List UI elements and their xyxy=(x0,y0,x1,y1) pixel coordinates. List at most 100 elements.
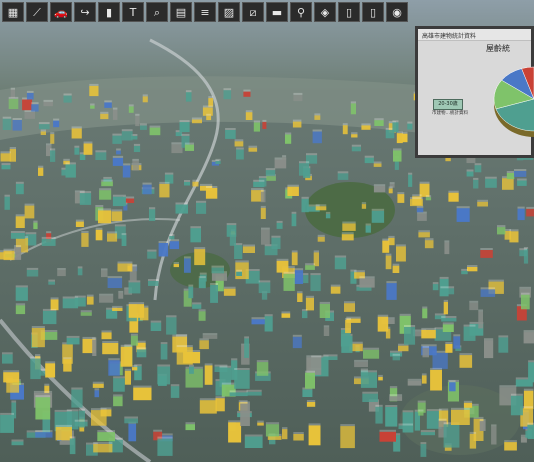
building xyxy=(393,150,402,162)
t-square-icon[interactable]: T xyxy=(122,2,144,22)
layers-icon[interactable]: ≡ xyxy=(194,2,216,22)
building xyxy=(342,223,356,231)
building-roof xyxy=(50,148,56,151)
building xyxy=(448,192,459,202)
building xyxy=(363,349,380,359)
age-pie-chart[interactable] xyxy=(482,51,534,151)
building xyxy=(334,257,347,270)
building xyxy=(323,327,330,336)
building-roof xyxy=(310,273,321,276)
building xyxy=(191,119,202,124)
building xyxy=(293,94,303,102)
building-roof xyxy=(0,151,11,154)
building xyxy=(421,375,427,384)
building-icon[interactable]: ▤ xyxy=(170,2,192,22)
user-icon[interactable]: ◉ xyxy=(386,2,408,22)
building-roof xyxy=(164,172,174,175)
building xyxy=(350,103,356,115)
building xyxy=(175,132,183,137)
phone-icon[interactable]: ▯ xyxy=(362,2,384,22)
building-roof xyxy=(150,320,162,323)
building xyxy=(502,178,514,190)
road-icon[interactable]: ▬ xyxy=(266,2,288,22)
building xyxy=(344,303,355,312)
building xyxy=(113,378,125,392)
building xyxy=(86,296,94,305)
building-roof xyxy=(323,325,330,328)
building xyxy=(111,211,123,222)
building-roof xyxy=(50,132,55,135)
cube-icon[interactable]: ◈ xyxy=(314,2,336,22)
stats-popup-panel[interactable]: 高雄市建物統計資料 屋齡統 20-30歲 市建物…統計資料 xyxy=(415,26,534,158)
hook-icon[interactable]: ↪ xyxy=(74,2,96,22)
building xyxy=(26,92,34,100)
building-roof xyxy=(360,368,368,371)
building-roof xyxy=(313,250,319,253)
building-roof xyxy=(11,400,17,403)
building xyxy=(116,150,121,155)
building xyxy=(323,356,338,360)
location-pin-icon[interactable]: ⚲ xyxy=(290,2,312,22)
building xyxy=(118,292,124,299)
building-roof xyxy=(340,424,355,427)
building-roof xyxy=(57,268,66,270)
building xyxy=(71,128,82,139)
building-roof xyxy=(142,182,152,185)
popup-header: 高雄市建物統計資料 xyxy=(418,29,531,41)
building-roof xyxy=(519,248,527,251)
building-roof xyxy=(350,101,356,104)
building-roof xyxy=(379,429,396,432)
building-roof xyxy=(2,352,13,355)
measure-icon[interactable]: ⟋ xyxy=(26,2,48,22)
building-roof xyxy=(260,189,266,192)
bookmark-icon[interactable]: ▯ xyxy=(338,2,360,22)
building-roof xyxy=(191,117,202,120)
building xyxy=(299,163,310,176)
car-icon[interactable]: 🚗 xyxy=(50,2,72,22)
building-roof xyxy=(271,235,281,238)
building xyxy=(92,383,104,388)
building xyxy=(42,310,57,325)
building-roof xyxy=(190,226,201,229)
building xyxy=(274,159,287,169)
building-roof xyxy=(244,434,263,437)
building-roof xyxy=(377,314,389,317)
building-roof xyxy=(221,382,236,385)
building-roof xyxy=(240,401,250,404)
building-roof xyxy=(473,177,479,180)
building xyxy=(373,186,386,193)
building-roof xyxy=(112,107,118,110)
building xyxy=(319,303,330,318)
building-roof xyxy=(83,141,93,144)
building xyxy=(147,251,157,259)
building-roof xyxy=(514,169,527,171)
building-roof xyxy=(451,407,470,410)
building-roof xyxy=(46,231,52,234)
building xyxy=(474,165,482,173)
building-roof xyxy=(410,197,423,200)
building-roof xyxy=(479,419,486,422)
building-roof xyxy=(192,302,202,305)
building-roof xyxy=(305,295,314,298)
search-icon[interactable]: ⌕ xyxy=(146,2,168,22)
ruler-icon[interactable]: ⧄ xyxy=(242,2,264,22)
building xyxy=(75,221,84,227)
building xyxy=(317,236,325,242)
building xyxy=(229,392,248,397)
building-roof xyxy=(243,89,251,92)
image-icon[interactable]: ▨ xyxy=(218,2,240,22)
grid-icon[interactable]: ▦ xyxy=(2,2,24,22)
building xyxy=(485,178,497,188)
building-roof xyxy=(398,423,413,426)
building-roof xyxy=(215,158,221,161)
building-roof xyxy=(443,299,448,302)
building xyxy=(98,210,112,224)
building-roof xyxy=(422,345,429,348)
building xyxy=(140,125,147,130)
building xyxy=(31,104,39,112)
building-roof xyxy=(425,195,432,198)
bar-chart-icon[interactable]: ▮ xyxy=(98,2,120,22)
building xyxy=(97,432,115,442)
building xyxy=(170,386,180,398)
building xyxy=(189,366,194,374)
